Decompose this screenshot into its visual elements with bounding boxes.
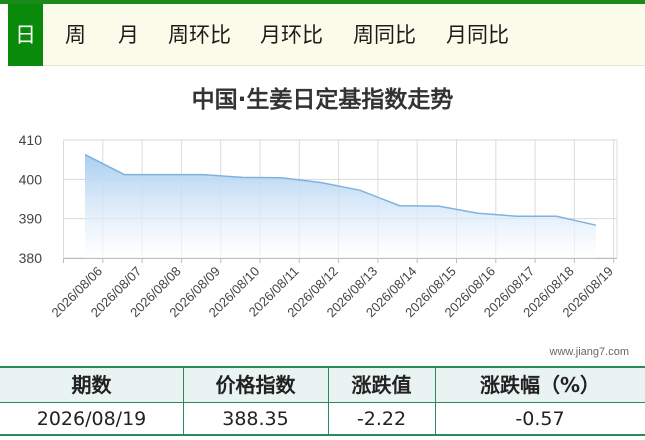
cell-period: 2026/08/19: [36, 408, 147, 430]
cell-change-percent: -0.57: [515, 408, 565, 430]
tab-day[interactable]: 日: [8, 4, 43, 66]
cell-change-value: -2.22: [356, 408, 407, 430]
header-change-value: 涨跌值: [351, 373, 412, 397]
tab-week-year-over-year[interactable]: 周同比: [353, 4, 416, 66]
y-tick-label: 400: [19, 171, 43, 187]
watermark-text: www.jiang7.com: [549, 346, 629, 358]
header-price-index: 价格指数: [215, 373, 296, 397]
header-period: 期数: [71, 373, 112, 397]
index-summary-table: 期数 价格指数 涨跌值 涨跌幅（%） 2026/08/19 388.35 -2.…: [0, 366, 645, 436]
tab-month-year-over-year[interactable]: 月同比: [446, 4, 509, 66]
index-trend-chart: 380390400410 2026/08/062026/08/072026/08…: [19, 132, 618, 320]
tab-week-over-week[interactable]: 周环比: [168, 4, 231, 66]
tab-month[interactable]: 月: [118, 4, 139, 66]
tab-month-over-month[interactable]: 月环比: [260, 4, 323, 66]
y-tick-label: 380: [19, 250, 43, 266]
column-divider: [183, 368, 184, 434]
cell-price-index: 388.35: [222, 408, 289, 430]
column-divider: [435, 368, 436, 434]
tab-week[interactable]: 周: [65, 4, 86, 66]
header-change-percent: 涨跌幅（%）: [479, 373, 601, 397]
column-divider: [328, 368, 329, 434]
area-fill: [85, 154, 596, 258]
period-tab-bar: 日 周 月 周环比 月环比 周同比 月同比: [8, 4, 645, 66]
chart-title: 中国·生姜日定基指数走势: [191, 87, 454, 113]
y-tick-label: 390: [19, 211, 43, 227]
y-tick-label: 410: [19, 132, 43, 148]
